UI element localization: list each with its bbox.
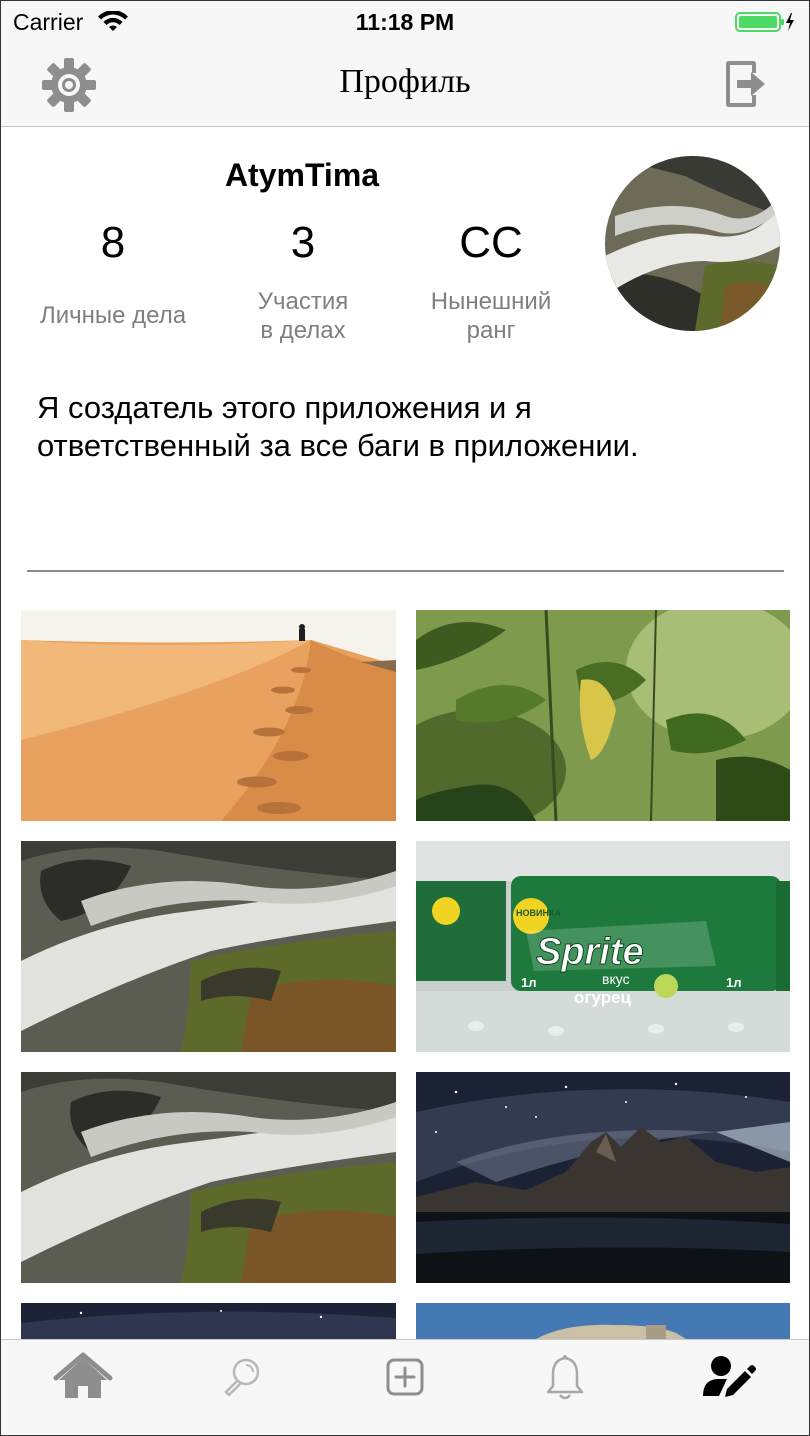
tab-home[interactable] [53,1352,113,1404]
sprite-image: Sprite вкус огурец НОВИНКА 1л 1л [416,841,790,1052]
waterfall-image [21,1072,396,1283]
sprite-brand-text: Sprite [536,931,644,973]
waterfall-image [21,841,396,1052]
app-screen: Carrier 11:18 PM Профиль AtymTima 8 Личн… [0,0,810,1436]
search-icon [224,1358,260,1397]
tab-search[interactable] [213,1352,273,1404]
tab-profile[interactable] [697,1352,757,1404]
add-icon [386,1358,424,1396]
rock-sky-image [416,1303,790,1339]
photo-tile-night-mountains[interactable] [416,1072,790,1283]
photo-tile-rock-sky[interactable] [416,1303,790,1339]
photo-tile-night-sky[interactable] [21,1303,396,1339]
home-icon [53,1352,113,1398]
photo-tile-desert[interactable] [21,610,396,821]
sprite-flavor-text: огурец [574,988,632,1007]
sprite-volume-text: 1л [521,975,537,990]
desert-image [21,610,396,821]
photo-tile-sprite[interactable]: Sprite вкус огурец НОВИНКА 1л 1л [416,841,790,1052]
tab-add[interactable] [375,1352,435,1404]
tab-notifications[interactable] [535,1352,595,1404]
photo-tile-waterfall[interactable] [21,841,396,1052]
sprite-new-text: НОВИНКА [516,908,561,918]
photo-grid: Sprite вкус огурец НОВИНКА 1л 1л [1,1,809,1435]
night-mountains-image [416,1072,790,1283]
sprite-taste-text: вкус [602,971,630,987]
leaves-image [416,610,790,821]
tab-bar [1,1339,809,1435]
bell-icon [546,1355,584,1400]
photo-tile-waterfall-2[interactable] [21,1072,396,1283]
night-sky-image [21,1303,396,1339]
photo-tile-leaves[interactable] [416,610,790,821]
user-edit-icon [703,1356,756,1397]
sprite-volume-text-2: 1л [726,975,742,990]
